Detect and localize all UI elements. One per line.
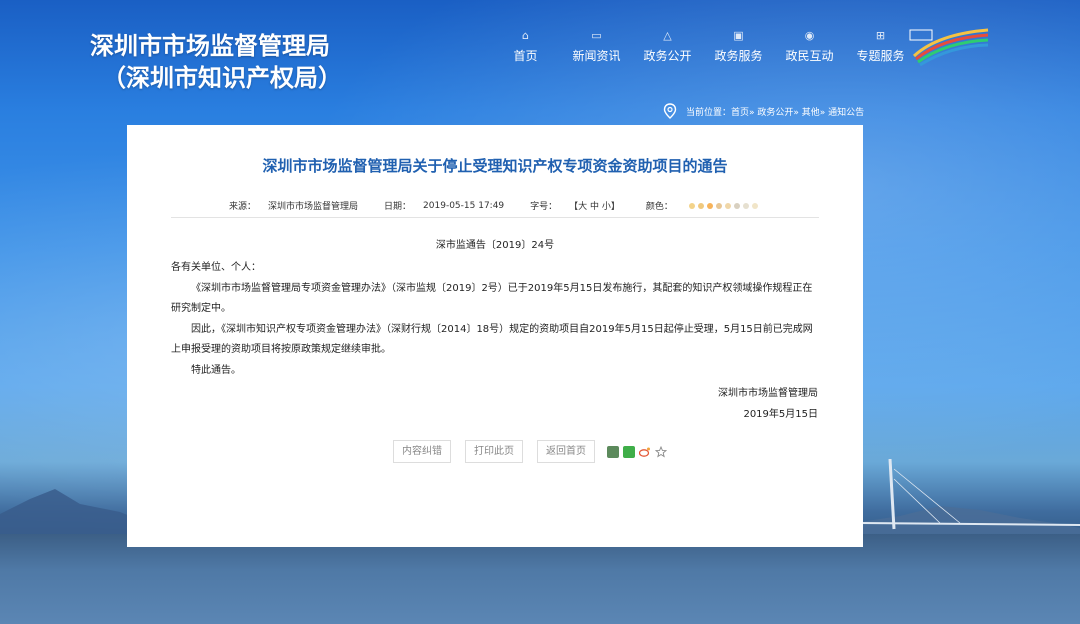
- color-swatch[interactable]: [751, 202, 758, 209]
- color-label: 颜色：: [645, 202, 673, 212]
- service-icon: ▣: [733, 29, 744, 42]
- nav-item-label: 政务服务: [714, 49, 763, 63]
- signature-date: 2019年5月15日: [743, 409, 818, 420]
- main-nav: ⌂ 首页 ▭ 新闻资讯 △ 政务公开 ▣ 政务服务 ◉ 政民互动 ⊞ 专题服务: [490, 28, 916, 64]
- color-swatch[interactable]: [697, 202, 704, 209]
- date-value: 2019-05-15 17:49: [423, 200, 505, 211]
- wechat-icon[interactable]: [623, 445, 635, 458]
- breadcrumb: 当前位置：首页» 政务公开» 其他» 通知公告: [662, 103, 864, 119]
- interaction-icon: ◉: [804, 29, 815, 42]
- site-logo[interactable]: [908, 26, 992, 66]
- site-title[interactable]: 深圳市市场监督管理局 （深圳市知识产权局）: [90, 30, 342, 94]
- date-label: 日期：: [384, 202, 412, 212]
- font-size-options[interactable]: 【大 中 小】: [569, 199, 620, 212]
- home-icon: ⌂: [522, 29, 529, 42]
- article-card: 深圳市市场监督管理局关于停止受理知识产权专项资金资助项目的通告 来源： 深圳市市…: [127, 125, 863, 547]
- open-gov-icon: △: [663, 29, 672, 42]
- nav-item-label: 政民互动: [785, 49, 834, 63]
- color-swatch[interactable]: [724, 202, 731, 209]
- share-bar: [607, 445, 667, 458]
- nav-item-topic[interactable]: ⊞ 专题服务: [845, 28, 916, 64]
- paragraph: 《深圳市市场监督管理局专项资金管理办法》（深市监规〔2019〕2号）已于2019…: [171, 282, 813, 315]
- nav-item-news[interactable]: ▭ 新闻资讯: [561, 28, 632, 64]
- color-swatch[interactable]: [706, 202, 713, 209]
- sea-water: [0, 534, 1080, 624]
- site-title-line1: 深圳市市场监督管理局: [90, 32, 330, 60]
- article-meta: 来源： 深圳市市场监督管理局 日期： 2019-05-15 17:49 字号： …: [229, 199, 770, 212]
- article-actions: 内容纠错 打印此页 返回首页: [393, 440, 667, 463]
- paragraph: 因此，《深圳市知识产权专项资金管理办法》（深财行规〔2014〕18号）规定的资助…: [171, 323, 813, 356]
- color-swatch[interactable]: [715, 202, 722, 209]
- report-error-button[interactable]: 内容纠错: [393, 440, 451, 463]
- nav-item-interaction[interactable]: ◉ 政民互动: [774, 28, 845, 64]
- site-title-line2: （深圳市知识产权局）: [102, 64, 342, 92]
- nav-item-label: 专题服务: [856, 49, 905, 63]
- color-swatch[interactable]: [688, 202, 695, 209]
- meta-divider: [171, 217, 819, 218]
- paragraph: 特此通告。: [191, 364, 241, 376]
- source-value: 深圳市市场监督管理局: [268, 202, 359, 212]
- breadcrumb-text[interactable]: 当前位置：首页» 政务公开» 其他» 通知公告: [686, 105, 864, 118]
- back-home-button[interactable]: 返回首页: [537, 440, 595, 463]
- weibo-icon[interactable]: [639, 446, 651, 458]
- bridge-silhouette: [860, 459, 1080, 530]
- nav-item-label: 政务公开: [643, 49, 692, 63]
- nav-item-home[interactable]: ⌂ 首页: [490, 28, 561, 64]
- signature-block: 深圳市市场监督管理局 2019年5月15日: [718, 383, 818, 425]
- nav-item-label: 首页: [513, 49, 538, 63]
- topic-icon: ⊞: [875, 29, 886, 42]
- font-size-label: 字号：: [530, 202, 558, 212]
- nav-item-service[interactable]: ▣ 政务服务: [703, 28, 774, 64]
- signature-org: 深圳市市场监督管理局: [718, 388, 818, 399]
- source-label: 来源：: [229, 202, 257, 212]
- nav-item-label: 新闻资讯: [572, 49, 621, 63]
- document-number: 深市监通告〔2019〕24号: [435, 240, 555, 251]
- color-swatch[interactable]: [733, 202, 740, 209]
- article-title: 深圳市市场监督管理局关于停止受理知识产权专项资金资助项目的通告: [262, 157, 728, 175]
- salutation: 各有关单位、个人：: [171, 262, 261, 273]
- location-pin-icon: [663, 103, 677, 119]
- news-icon: ▭: [591, 29, 602, 42]
- article-body: 各有关单位、个人： 《深圳市市场监督管理局专项资金管理办法》（深市监规〔2019…: [171, 258, 821, 381]
- nav-item-open-gov[interactable]: △ 政务公开: [632, 28, 703, 64]
- color-swatches: [688, 202, 758, 209]
- color-swatch[interactable]: [742, 202, 749, 209]
- print-button[interactable]: 打印此页: [465, 440, 523, 463]
- star-icon[interactable]: [655, 445, 667, 458]
- share-plus-icon[interactable]: [607, 445, 619, 458]
